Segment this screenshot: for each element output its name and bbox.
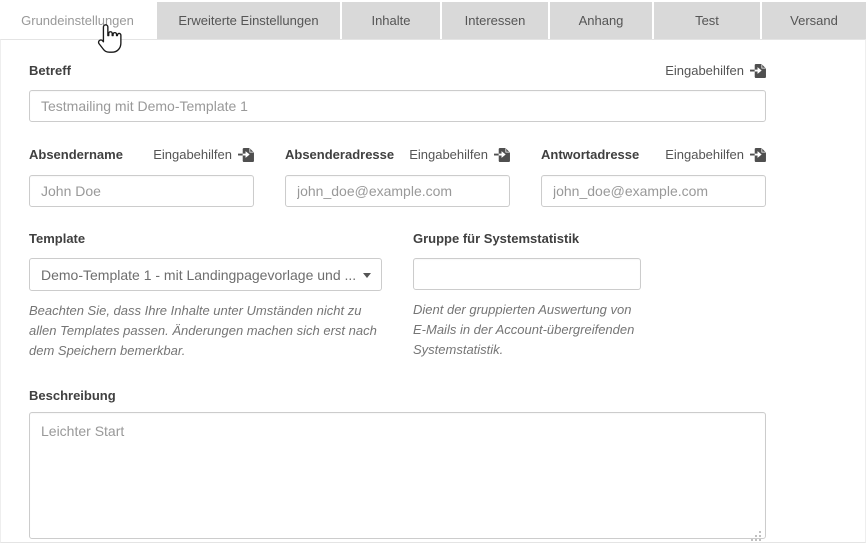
template-help-text: Beachten Sie, dass Ihre Inhalte unter Um… [29,301,381,361]
template-label: Template [29,231,85,246]
beschreibung-textarea[interactable]: Leichter Start [29,412,766,539]
antwortadresse-eingabehilfen-link[interactable]: Eingabehilfen [665,147,766,162]
grundeinstellungen-panel: Betreff Eingabehilfen Absendername Einga… [0,39,866,543]
absendername-field: Absendername Eingabehilfen [29,147,254,207]
beschreibung-field: Beschreibung Leichter Start [29,388,766,539]
betreff-input[interactable] [29,90,766,122]
template-select[interactable]: Demo-Template 1 - mit Landingpagevorlage… [29,258,382,291]
absenderadresse-eingabehilfen-link[interactable]: Eingabehilfen [409,147,510,162]
antwortadresse-field: Antwortadresse Eingabehilfen [541,147,766,207]
template-selected-value: Demo-Template 1 - mit Landingpagevorlage… [41,267,356,283]
absendername-input[interactable] [29,175,254,207]
template-field: Template Demo-Template 1 - mit Landingpa… [29,231,413,361]
arrow-into-page-icon [750,63,766,78]
betreff-label: Betreff [29,63,71,78]
gruppe-help-text: Dient der gruppierten Auswertung von E-M… [413,300,641,360]
tab-test[interactable]: Test [654,2,760,39]
chevron-down-icon [363,273,371,278]
eingabehilfen-label: Eingabehilfen [665,147,744,162]
gruppe-input[interactable] [413,258,641,290]
eingabehilfen-label: Eingabehilfen [153,147,232,162]
tab-erweiterte-einstellungen[interactable]: Erweiterte Einstellungen [157,2,340,39]
arrow-into-page-icon [750,147,766,162]
gruppe-label: Gruppe für Systemstatistik [413,231,579,246]
tab-anhang[interactable]: Anhang [550,2,652,39]
eingabehilfen-label: Eingabehilfen [409,147,488,162]
template-row: Template Demo-Template 1 - mit Landingpa… [29,231,766,361]
tab-grundeinstellungen[interactable]: Grundeinstellungen [0,2,155,39]
beschreibung-label: Beschreibung [29,388,116,403]
antwortadresse-label: Antwortadresse [541,147,639,162]
absenderadresse-label: Absenderadresse [285,147,394,162]
betreff-header: Betreff Eingabehilfen [29,63,766,78]
absenderadresse-input[interactable] [285,175,510,207]
sender-row: Absendername Eingabehilfen [29,147,766,207]
eingabehilfen-label: Eingabehilfen [665,63,744,78]
tab-interessen[interactable]: Interessen [442,2,548,39]
antwortadresse-input[interactable] [541,175,766,207]
tab-inhalte[interactable]: Inhalte [342,2,440,39]
gruppe-field: Gruppe für Systemstatistik Dient der gru… [413,231,641,361]
absendername-label: Absendername [29,147,123,162]
betreff-eingabehilfen-link[interactable]: Eingabehilfen [665,63,766,78]
absendername-eingabehilfen-link[interactable]: Eingabehilfen [153,147,254,162]
absenderadresse-field: Absenderadresse Eingabehilfen [285,147,510,207]
arrow-into-page-icon [494,147,510,162]
tab-versand[interactable]: Versand [762,2,866,39]
arrow-into-page-icon [238,147,254,162]
tab-bar: Grundeinstellungen Erweiterte Einstellun… [0,0,866,39]
